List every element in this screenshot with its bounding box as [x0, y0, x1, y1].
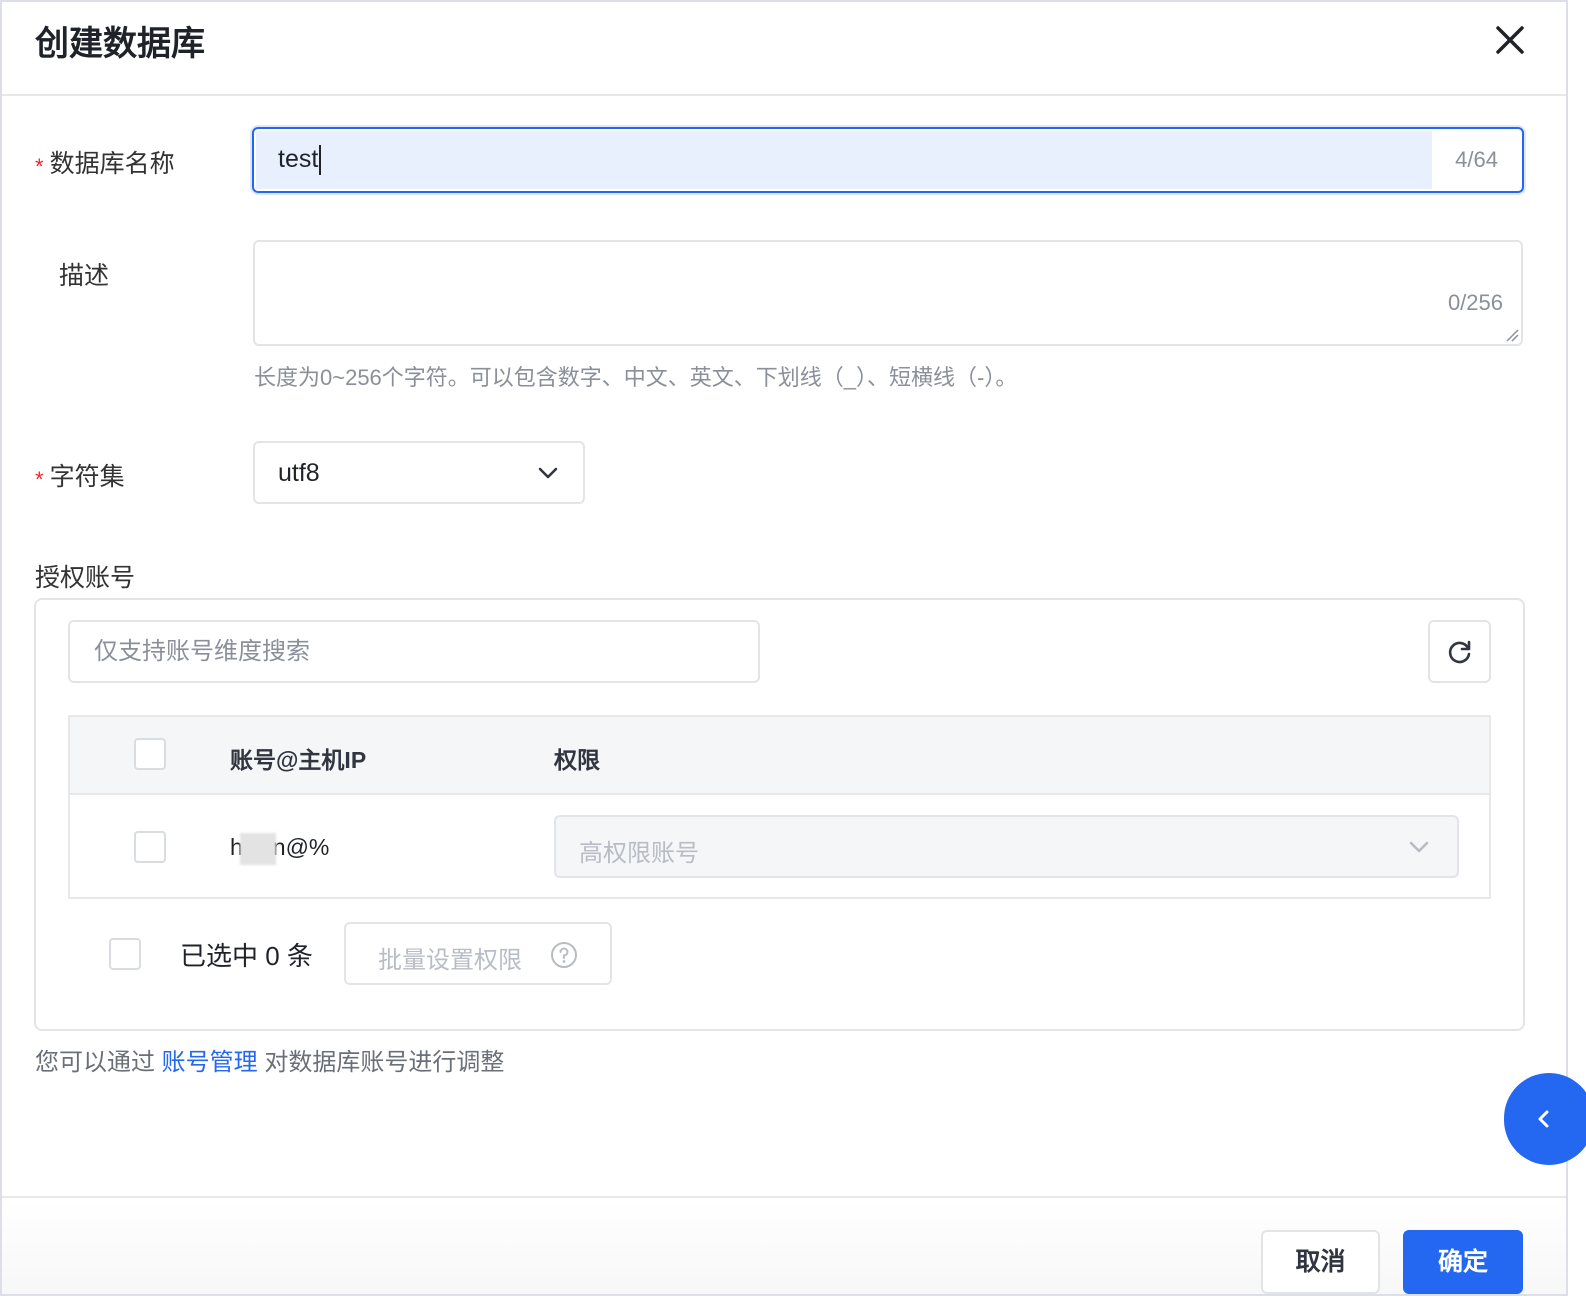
- description-label: 描述: [59, 262, 110, 290]
- create-database-dialog: 创建数据库 * 数据库名称 test 4/64 描述 0/256 长度为0~256…: [0, 0, 1568, 1296]
- database-name-value: test: [278, 145, 322, 176]
- chevron-left-icon: [1538, 1110, 1549, 1128]
- redacted-text: [239, 833, 276, 865]
- description-char-count: 0/256: [1447, 290, 1503, 315]
- database-name-input[interactable]: test 4/64: [252, 127, 1524, 193]
- refresh-icon: [1448, 640, 1471, 664]
- row-checkbox[interactable]: [134, 831, 166, 863]
- database-name-label: * 数据库名称: [35, 150, 175, 179]
- table-row: h n@% 高权限账号: [70, 797, 1489, 899]
- cancel-button[interactable]: 取消: [1261, 1230, 1380, 1294]
- help-circle-icon[interactable]: [550, 941, 578, 969]
- refresh-button[interactable]: [1428, 620, 1491, 683]
- autofill-highlight: [256, 131, 1432, 189]
- account-host-ip: h n@%: [230, 833, 329, 865]
- batch-set-permission-button[interactable]: 批量设置权限: [344, 922, 612, 985]
- required-mark: *: [35, 154, 44, 179]
- resize-grip-icon[interactable]: [1505, 328, 1519, 342]
- charset-value: utf8: [278, 459, 320, 487]
- chevron-down-icon: [538, 467, 558, 479]
- selection-bar: 已选中 0 条 批量设置权限: [36, 922, 1523, 988]
- account-management-hint: 您可以通过 账号管理 对数据库账号进行调整: [35, 1049, 505, 1076]
- authorized-accounts-title: 授权账号: [35, 564, 136, 592]
- charset-label: * 字符集: [35, 463, 125, 492]
- account-search-input[interactable]: [68, 620, 760, 683]
- confirm-button[interactable]: 确定: [1403, 1230, 1523, 1294]
- charset-select[interactable]: utf8: [253, 441, 585, 504]
- description-hint: 长度为0~256个字符。可以包含数字、中文、英文、下划线（_）、短横线（-）。: [254, 365, 1018, 390]
- authorized-accounts-panel: 账号@主机IP 权限 hn@% 高权限账号 已选中 0 条 批量设置权限: [34, 598, 1525, 1031]
- select-all-checkbox[interactable]: [134, 738, 166, 770]
- close-icon: [1496, 26, 1524, 54]
- batch-set-permission-label: 批量设置权限: [378, 947, 522, 974]
- column-header-permission: 权限: [554, 747, 600, 773]
- text-caret: [319, 145, 322, 176]
- permission-placeholder: 高权限账号: [579, 840, 699, 867]
- dialog-title: 创建数据库: [35, 25, 205, 63]
- select-all-bottom-checkbox[interactable]: [109, 938, 141, 970]
- selected-count: 已选中 0 条: [180, 941, 313, 971]
- close-button[interactable]: [1490, 20, 1530, 60]
- required-mark: *: [35, 467, 44, 492]
- account-management-link[interactable]: 账号管理: [162, 1049, 258, 1076]
- accounts-table: 账号@主机IP 权限 h n@% 高权限账号: [68, 715, 1491, 899]
- dialog-header: 创建数据库: [2, 2, 1566, 96]
- collapse-side-tab[interactable]: [1504, 1073, 1586, 1165]
- column-header-account: 账号@主机IP: [230, 747, 367, 773]
- database-name-char-count: 4/64: [1455, 147, 1498, 172]
- table-header: 账号@主机IP 权限: [70, 717, 1489, 795]
- description-textarea[interactable]: 0/256: [253, 240, 1523, 346]
- chevron-down-icon: [1409, 841, 1429, 853]
- permission-select[interactable]: 高权限账号: [554, 815, 1459, 878]
- dialog-footer: 取消 确定: [2, 1196, 1566, 1294]
